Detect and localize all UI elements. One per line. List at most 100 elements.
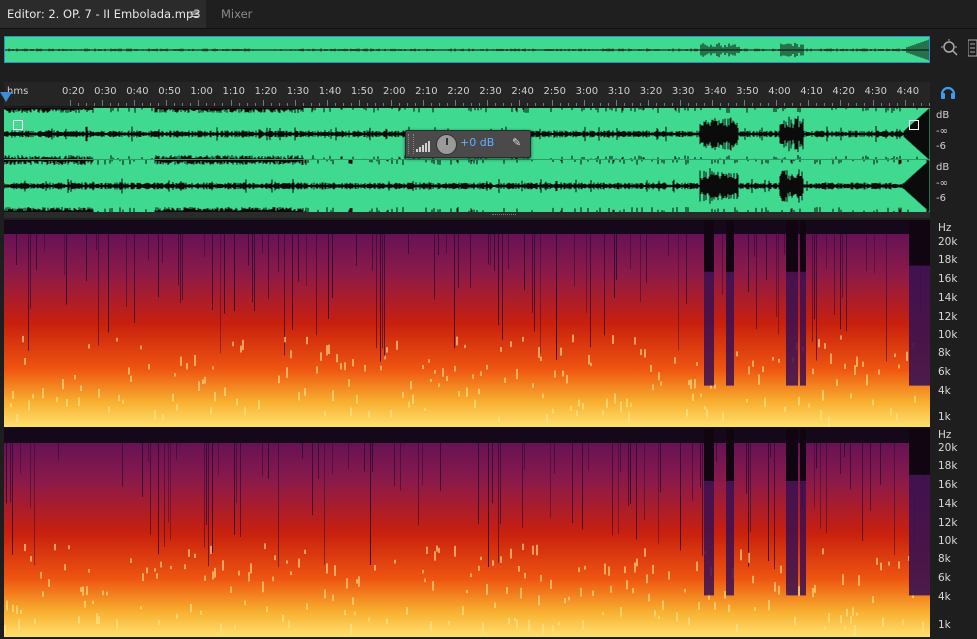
ruler-tick-mark xyxy=(463,103,465,106)
ruler-tick-mark xyxy=(471,103,473,106)
ruler-tick-mark xyxy=(864,103,866,106)
ruler-tick-mark xyxy=(206,103,208,106)
ruler-tick-label: 3:30 xyxy=(671,86,695,97)
ruler-tick-mark xyxy=(583,100,585,106)
ruler-tick-mark xyxy=(647,100,649,106)
tab-menu-icon[interactable]: ≡ xyxy=(189,0,199,28)
ruler-tick-label: 1:10 xyxy=(222,86,245,97)
amp-label: -∞ xyxy=(936,126,948,137)
hz-label: 20k xyxy=(938,442,958,454)
ruler-tick-mark xyxy=(503,103,505,106)
fade-out-handle[interactable] xyxy=(909,120,919,130)
ruler-tick-mark xyxy=(752,103,754,106)
ruler-tick-mark xyxy=(551,100,553,106)
pin-icon[interactable]: ✎ xyxy=(512,136,521,149)
ruler-tick-mark xyxy=(487,100,489,106)
ruler-tick-mark xyxy=(575,103,577,106)
frequency-scale-right: Hz 20k 18k 16k 14k 12k 10k 8k 6k 4k 1k xyxy=(932,429,977,637)
gain-knob[interactable] xyxy=(436,134,457,155)
ruler-tick-mark xyxy=(110,103,112,106)
ruler-tick-mark xyxy=(142,103,144,106)
ruler-tick-label: 0:30 xyxy=(94,86,117,97)
hz-label: 1k xyxy=(938,619,951,631)
ruler-tick-mark xyxy=(262,100,264,106)
ruler-tick-mark xyxy=(214,103,216,106)
tab-mixer-label: Mixer xyxy=(221,7,253,21)
ruler-tick-label: 4:20 xyxy=(832,86,855,97)
ruler-tick-mark xyxy=(784,103,786,106)
overview-waveform-graphic xyxy=(5,39,929,61)
hz-label: 18k xyxy=(938,254,958,266)
hz-label: 8k xyxy=(938,553,951,565)
spectral-display-left[interactable] xyxy=(4,220,930,427)
zoom-icon[interactable] xyxy=(940,38,960,62)
waveform-display[interactable] xyxy=(4,108,930,212)
hud-gain-control[interactable]: +0 dB ✎ xyxy=(405,130,531,158)
fade-in-handle[interactable] xyxy=(13,120,23,130)
amp-label: -∞ xyxy=(936,178,948,189)
ruler-tick-mark xyxy=(126,103,128,106)
hz-unit: Hz xyxy=(938,222,952,234)
gain-value[interactable]: +0 dB xyxy=(460,136,494,149)
overview-waveform[interactable] xyxy=(4,36,930,63)
view-splitter[interactable] xyxy=(4,212,930,218)
amp-label: -6 xyxy=(936,193,946,204)
hud-drag-handle[interactable] xyxy=(408,134,414,154)
tab-mixer[interactable]: Mixer xyxy=(207,0,285,28)
hz-label: 14k xyxy=(938,498,958,510)
hz-label: 6k xyxy=(938,366,951,378)
ruler-tick-mark xyxy=(543,103,545,106)
ruler-tick-mark xyxy=(447,103,449,106)
ruler-tick-mark xyxy=(736,103,737,106)
ruler-tick-mark xyxy=(415,103,416,106)
playhead-marker[interactable] xyxy=(0,92,12,102)
headphones-icon[interactable] xyxy=(940,84,956,104)
ruler-tick-label: 3:10 xyxy=(607,86,631,97)
ruler-tick-label: 2:40 xyxy=(511,86,534,97)
hz-label: 20k xyxy=(938,236,958,248)
ruler-tick-mark xyxy=(407,103,408,106)
ruler-tick-mark xyxy=(382,103,384,106)
ruler-tick-mark xyxy=(872,100,874,106)
ruler-tick-label: 0:20 xyxy=(62,86,85,97)
spectrogram-left-graphic xyxy=(4,220,930,427)
ruler-tick-mark xyxy=(880,103,882,106)
ruler-tick-mark xyxy=(118,103,120,106)
spectral-display-right[interactable] xyxy=(4,429,930,637)
hz-label: 16k xyxy=(938,273,958,285)
panel-menu-icon[interactable] xyxy=(967,38,977,62)
spectrogram-right-graphic xyxy=(4,429,930,637)
ruler-tick-label: 1:30 xyxy=(286,86,310,97)
ruler-tick-mark xyxy=(928,103,930,106)
volume-icon xyxy=(416,137,432,156)
ruler-tick-mark xyxy=(455,100,457,106)
ruler-tick-mark xyxy=(94,103,95,106)
ruler-tick-mark xyxy=(166,100,168,106)
ruler-tick-mark xyxy=(519,100,521,106)
ruler-tick-mark xyxy=(495,103,497,106)
ruler-tick-mark xyxy=(728,103,729,106)
ruler-tick-label: 3:50 xyxy=(736,86,759,97)
amp-label: -6 xyxy=(936,141,946,152)
ruler-tick-mark xyxy=(703,103,705,106)
ruler-tick-mark xyxy=(776,100,778,106)
ruler-tick-mark xyxy=(663,103,665,106)
hz-label: 14k xyxy=(938,292,958,304)
hz-label: 12k xyxy=(938,311,958,323)
ruler-tick-mark xyxy=(671,103,673,106)
tab-editor[interactable]: Editor: 2. OP. 7 - II Embolada.mp3 ≡ xyxy=(0,0,206,28)
ruler-tick-mark xyxy=(431,103,433,106)
hz-label: 1k xyxy=(938,411,951,423)
ruler-tick-label: 1:00 xyxy=(190,86,213,97)
splitter-grip[interactable] xyxy=(492,214,516,217)
ruler-tick-mark xyxy=(535,103,537,106)
ruler-tick-mark xyxy=(423,100,425,106)
amp-unit: dB xyxy=(936,110,950,121)
time-ruler[interactable]: hms 0:20 0:30 0:40 0:50 1:00 1:10 1:20 1:30 1:40… xyxy=(4,82,930,107)
channel-divider xyxy=(4,159,930,160)
ruler-tick-label: 0:50 xyxy=(158,86,181,97)
ruler-tick-label: 3:00 xyxy=(575,86,599,97)
panel-tab-bar: Editor: 2. OP. 7 - II Embolada.mp3 ≡ Mix… xyxy=(0,0,977,29)
ruler-tick-mark xyxy=(158,103,160,106)
ruler-tick-mark xyxy=(479,103,481,106)
